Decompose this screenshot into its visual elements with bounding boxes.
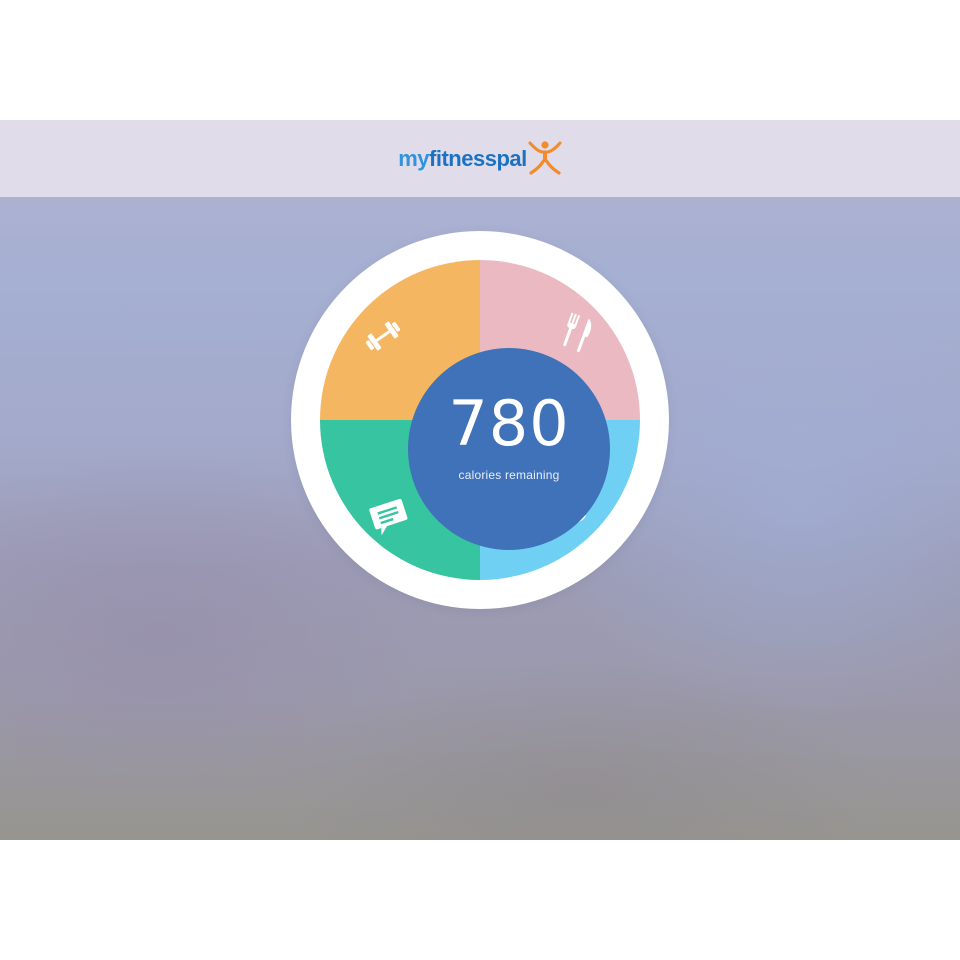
- calories-center[interactable]: 780 calories remaining: [408, 348, 610, 550]
- calories-remaining-value: 780: [448, 387, 570, 460]
- logo-wordmark: myfitnesspal: [398, 145, 527, 171]
- calorie-dial: 780 calories remaining: [291, 231, 669, 609]
- app-screen: myfitnesspal 780 calories remaining: [0, 120, 960, 840]
- header-bar: myfitnesspal: [0, 120, 960, 197]
- dumbbell-icon: [365, 321, 401, 351]
- logo-text-my: my: [398, 145, 430, 171]
- jumping-person-icon: [528, 140, 562, 175]
- chat-bubble-icon: [369, 498, 408, 536]
- calories-remaining-label: calories remaining: [458, 468, 560, 482]
- myfitnesspal-logo[interactable]: myfitnesspal: [398, 139, 562, 179]
- dial-ring: 780 calories remaining: [320, 260, 640, 580]
- fork-knife-icon: [563, 312, 592, 353]
- logo-text-rest: fitnesspal: [429, 145, 527, 171]
